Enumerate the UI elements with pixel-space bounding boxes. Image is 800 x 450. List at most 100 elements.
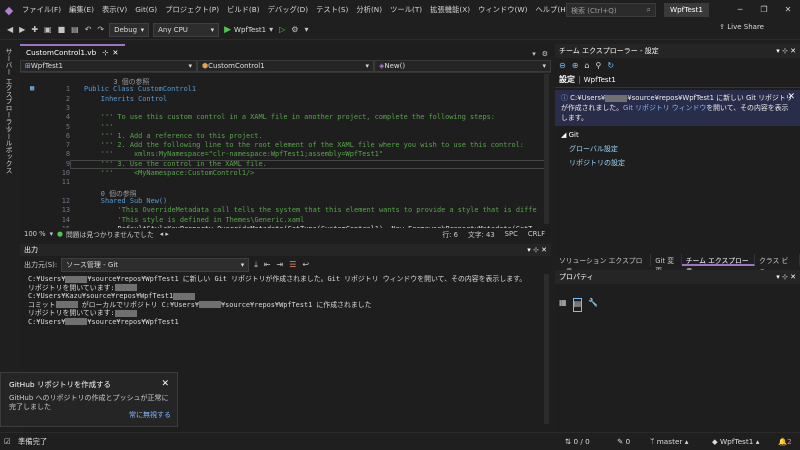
goto-next-icon[interactable]: ⇥ (274, 260, 287, 269)
close-icon[interactable]: ✕ (541, 246, 547, 254)
editor-vertical-scrollbar[interactable] (544, 74, 549, 224)
pin-icon[interactable]: ⊹ (782, 273, 790, 281)
status-bar: ☑ 準備完了 ⇅ 0 / 0 ✎ 0 ᛘ master ▴ ◆ WpfTest1… (0, 432, 800, 450)
menu-item[interactable]: デバッグ(D) (264, 5, 313, 15)
undo-icon[interactable]: ↶ (82, 25, 95, 34)
code-line: Inherits Control (100, 94, 168, 103)
menu-item[interactable]: テスト(S) (312, 5, 352, 15)
tab-class-view[interactable]: クラス ビュー (755, 254, 800, 275)
line-ending[interactable]: CRLF (528, 230, 545, 238)
configuration-dropdown[interactable]: Debug ▾ (109, 22, 150, 37)
word-wrap-icon[interactable]: ↩ (299, 260, 312, 269)
tab-git-changes[interactable]: Git 変更 (651, 254, 682, 275)
git-repository-window-link[interactable]: Git リポジトリ ウィンドウ (623, 104, 706, 112)
pin-icon[interactable]: ⊹ (102, 48, 108, 57)
search-input[interactable]: 検索 (Ctrl+Q) ⌕ (566, 3, 656, 17)
menu-item[interactable]: Git(G) (131, 5, 161, 15)
document-tabs: CustomControl1.vb ⊹ ✕ ▾ ⚙ (20, 44, 551, 58)
server-explorer-tab[interactable]: サーバー エクスプローラー (3, 48, 13, 132)
close-icon[interactable]: ✕ (776, 0, 800, 20)
dismiss-info-icon[interactable]: ✕ (787, 92, 795, 102)
member-nav-dropdown[interactable]: ◈ New() ▾ (374, 60, 551, 72)
global-settings-link[interactable]: グローバル設定 (555, 142, 800, 156)
code-text-area[interactable]: ▦ 3 個の参照 1 Public Class CustomControl1 2 Inh… (20, 74, 551, 238)
categorized-icon[interactable]: ▦ (559, 298, 567, 312)
forward-circle-icon[interactable]: ⊕ (572, 61, 579, 70)
back-icon[interactable]: ◀ (4, 25, 16, 34)
live-share-button[interactable]: ⇪ Live Share (719, 23, 764, 31)
output-source-dropdown[interactable]: ソース管理 - Git ▾ (61, 257, 250, 272)
sync-arrows-icon[interactable]: ⇅ 0 / 0 (565, 437, 590, 446)
close-tab-icon[interactable]: ✕ (112, 48, 118, 57)
toolbox-tab[interactable]: ツールボックス (3, 126, 13, 174)
save-all-icon[interactable]: ▤ (68, 25, 82, 34)
property-pages-icon[interactable]: 🔧 (588, 298, 598, 312)
close-icon[interactable]: ✕ (790, 47, 796, 55)
save-icon[interactable]: ■ (55, 25, 69, 34)
refresh-icon[interactable]: ↻ (607, 61, 614, 70)
close-icon[interactable]: ✕ (790, 273, 796, 281)
close-icon[interactable]: ✕ (161, 379, 169, 389)
chevron-down-icon[interactable]: ▾ (50, 230, 53, 238)
project-nav-dropdown[interactable]: ⊞ WpfTest1 ▾ (20, 60, 197, 72)
alphabetical-icon[interactable]: ▤ (572, 298, 583, 312)
pin-icon[interactable]: ⊹ (533, 246, 541, 254)
editor-settings-icon[interactable]: ⚙ (539, 50, 551, 58)
minimize-icon[interactable]: ─ (728, 0, 752, 20)
repository-settings-link[interactable]: リポジトリの設定 (555, 156, 800, 170)
clear-all-icon[interactable]: ☰ (286, 260, 299, 269)
tab-solution-explorer[interactable]: ソリューション エクスプローラー (555, 254, 652, 275)
menu-item[interactable]: ウィンドウ(W) (474, 5, 531, 15)
tab-customcontrol1-vb[interactable]: CustomControl1.vb ⊹ ✕ (20, 44, 125, 58)
menu-item[interactable]: ビルド(B) (223, 5, 264, 15)
menu-item[interactable]: 編集(E) (65, 5, 98, 15)
whitespace-mode[interactable]: SPC (505, 230, 518, 238)
output-line-part: がローカルでリポジトリ C:¥Users¥ (77, 300, 199, 309)
notifications-hub-icon[interactable]: ☑ (4, 437, 11, 446)
always-ignore-link[interactable]: 常に無視する (129, 410, 171, 420)
run-target-label[interactable]: WpfTest1 (234, 26, 266, 34)
menu-item[interactable]: ファイル(F) (18, 5, 65, 15)
redo-icon[interactable]: ↷ (94, 25, 107, 34)
menu-item[interactable]: 拡張機能(X) (426, 5, 474, 15)
find-message-icon[interactable]: ⤓ (251, 260, 261, 270)
output-vertical-scrollbar[interactable] (544, 274, 549, 424)
toolbar-tool-icon[interactable]: ⚙ (288, 25, 301, 34)
output-line-part: C:¥Users¥ (28, 317, 66, 326)
output-text[interactable]: C:¥Users¥ ¥source¥repos¥WpfTest1 に新しい Git… (20, 273, 551, 329)
connect-icon[interactable]: ⚲ (595, 61, 601, 70)
menu-item[interactable]: 表示(V) (98, 5, 131, 15)
output-line-part: ¥source¥repos¥WpfTest1 (87, 317, 179, 326)
menu-item[interactable]: プロジェクト(P) (161, 5, 223, 15)
goto-prev-icon[interactable]: ⇤ (261, 260, 274, 269)
tab-team-explorer[interactable]: チーム エクスプローラー (681, 254, 756, 275)
pencil-icon[interactable]: ✎ 0 (617, 437, 630, 446)
bell-icon[interactable]: 🔔2 (778, 437, 792, 446)
menu-item[interactable]: ツール(T) (386, 5, 426, 15)
maximize-icon[interactable]: ❐ (752, 0, 776, 20)
tab-overflow-icon[interactable]: ▾ (529, 50, 539, 58)
line-number: 2 (65, 94, 70, 103)
start-without-debug-icon[interactable]: ▷ (276, 25, 288, 34)
back-circle-icon[interactable]: ⊖ (559, 61, 566, 70)
home-icon[interactable]: ⌂ (584, 61, 589, 70)
pin-icon[interactable]: ⊹ (782, 47, 790, 55)
run-dropdown-icon[interactable]: ▾ (266, 25, 276, 34)
menu-item[interactable]: 分析(N) (352, 5, 386, 15)
issues-status[interactable]: 問題は見つかりませんでした (66, 229, 154, 239)
platform-dropdown[interactable]: Any CPU ▾ (153, 22, 220, 37)
code-line: Shared Sub New() (100, 196, 168, 205)
start-debug-icon[interactable]: ▶ (221, 25, 234, 35)
redacted-text (65, 318, 88, 326)
toolbar-more-icon[interactable]: ▾ (301, 25, 311, 34)
issues-nav-icon[interactable]: ◂ ▸ (160, 230, 169, 238)
line-number: 1 (65, 85, 70, 94)
repo-icon[interactable]: ◆ WpfTest1 ▴ (712, 437, 759, 446)
forward-icon[interactable]: ▶ (16, 25, 28, 34)
class-nav-dropdown[interactable]: ⬢ CustomControl1 ▾ (197, 60, 374, 72)
branch-icon[interactable]: ᛘ master ▴ (650, 437, 688, 446)
new-item-icon[interactable]: ✚ (28, 25, 41, 34)
zoom-level[interactable]: 100 % (24, 230, 46, 238)
open-icon[interactable]: ▣ (41, 25, 55, 34)
git-section-header[interactable]: ◢ Git (555, 128, 800, 142)
